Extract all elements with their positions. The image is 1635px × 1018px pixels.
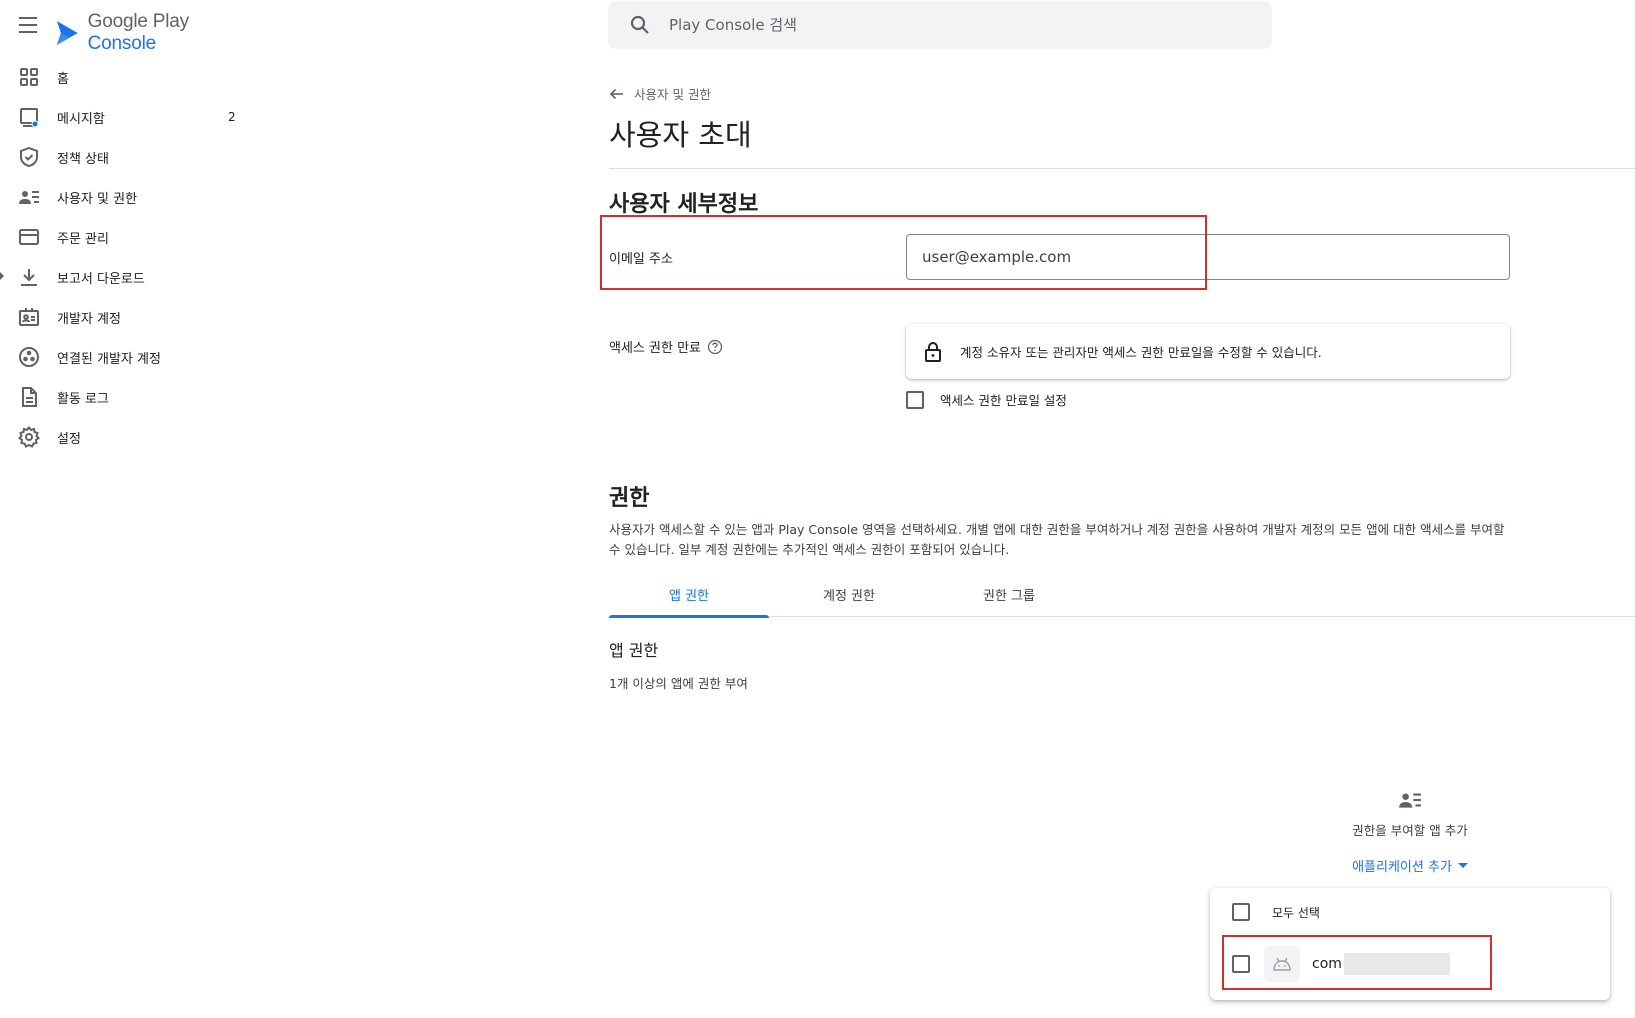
select-all-label: 모두 선택 xyxy=(1272,905,1320,920)
android-app-icon xyxy=(1264,946,1300,982)
help-icon[interactable] xyxy=(707,339,723,355)
menu-icon-bar xyxy=(19,17,37,19)
sidebar-item-label: 활동 로그 xyxy=(57,391,109,407)
sidebar-item-label: 연결된 개발자 계정 xyxy=(57,351,161,367)
app-permissions-heading: 앱 권한 xyxy=(609,641,659,660)
app-package-name: com xyxy=(1312,956,1342,972)
search-icon xyxy=(630,15,649,34)
sidebar-item-label: 설정 xyxy=(57,431,81,447)
menu-icon-bar xyxy=(19,31,37,33)
sidebar-item-order-management[interactable]: 주문 관리 xyxy=(0,217,260,257)
app-logo[interactable]: Google Play Console xyxy=(55,11,260,55)
dashboard-grid-icon xyxy=(18,66,40,88)
document-icon xyxy=(18,386,40,408)
tab-account-permissions[interactable]: 계정 권한 xyxy=(769,582,929,617)
sidebar-item-activity-log[interactable]: 활동 로그 xyxy=(0,377,260,417)
add-app-prompt: 권한을 부여할 앱 추가 xyxy=(1352,823,1468,838)
app-checkbox[interactable] xyxy=(1232,955,1250,973)
notice-text: 계정 소유자 또는 관리자만 액세스 권한 만료일을 수정할 수 있습니다. xyxy=(960,345,1322,360)
sidebar-item-policy-status[interactable]: 정책 상태 xyxy=(0,137,260,177)
sidebar-item-label: 개발자 계정 xyxy=(57,311,121,327)
tab-app-permissions[interactable]: 앱 권한 xyxy=(609,582,769,618)
sidebar-item-label: 홈 xyxy=(57,71,69,87)
redacted-block xyxy=(1343,953,1450,975)
download-icon xyxy=(18,266,40,288)
arrow-back-icon xyxy=(609,88,623,99)
tab-permission-groups[interactable]: 권한 그룹 xyxy=(929,582,1089,617)
back-link[interactable]: 사용자 및 권한 xyxy=(609,84,711,103)
sidebar-nav: 홈 메시지함 2 정책 상태 사용자 및 권한 주문 관리 보고서 다운로드 개… xyxy=(0,57,260,457)
sidebar-item-label: 메시지함 xyxy=(57,111,105,127)
access-expiry-label-text: 액세스 권한 만료 xyxy=(609,341,701,356)
application-dropdown: 모두 선택 com xyxy=(1210,888,1610,1000)
search-bar[interactable] xyxy=(608,1,1272,49)
access-expiry-notice: 계정 소유자 또는 관리자만 액세스 권한 만료일을 수정할 수 있습니다. xyxy=(906,324,1510,379)
credit-card-icon xyxy=(18,226,40,248)
sidebar-item-download-reports[interactable]: 보고서 다운로드 xyxy=(0,257,260,297)
lock-icon xyxy=(925,341,941,362)
select-all-option[interactable]: 모두 선택 xyxy=(1232,903,1320,921)
dropdown-arrow-icon xyxy=(1457,863,1468,868)
set-expiry-option[interactable]: 액세스 권한 만료일 설정 xyxy=(906,390,1067,409)
menu-button[interactable] xyxy=(16,14,42,36)
add-application-button[interactable]: 애플리케이션 추가 xyxy=(1352,856,1468,875)
badge-icon xyxy=(18,306,40,328)
sidebar: Google Play Console 홈 메시지함 2 정책 상태 사용자 및… xyxy=(0,0,260,1018)
user-list-icon xyxy=(1399,793,1421,808)
access-expiry-label: 액세스 권한 만료 xyxy=(609,337,723,356)
sidebar-item-users-permissions[interactable]: 사용자 및 권한 xyxy=(0,177,260,217)
sidebar-item-label: 정책 상태 xyxy=(57,151,109,167)
permission-tabs: 앱 권한 계정 권한 권한 그룹 xyxy=(609,582,1635,618)
back-link-label: 사용자 및 권한 xyxy=(634,87,711,102)
search-input[interactable] xyxy=(669,16,1229,34)
user-list-icon xyxy=(18,186,40,208)
sidebar-item-linked-developer-accounts[interactable]: 연결된 개발자 계정 xyxy=(0,337,260,377)
app-permissions-subtitle: 1개 이상의 앱에 권한 부여 xyxy=(609,676,748,691)
app-option[interactable]: com xyxy=(1232,946,1450,982)
expand-caret-icon[interactable] xyxy=(0,272,4,280)
inbox-icon xyxy=(18,106,40,128)
menu-icon-bar xyxy=(19,24,37,26)
user-details-heading: 사용자 세부정보 xyxy=(609,192,759,217)
add-app-empty-state: 권한을 부여할 앱 추가 애플리케이션 추가 xyxy=(1300,788,1520,875)
header-divider xyxy=(609,168,1635,169)
permissions-heading: 권한 xyxy=(609,486,650,511)
set-expiry-checkbox[interactable] xyxy=(906,390,924,409)
email-label: 이메일 주소 xyxy=(609,252,673,267)
sidebar-item-home[interactable]: 홈 xyxy=(0,57,260,97)
sidebar-item-developer-account[interactable]: 개발자 계정 xyxy=(0,297,260,337)
sidebar-item-label: 보고서 다운로드 xyxy=(57,271,145,287)
permissions-description: 사용자가 액세스할 수 있는 앱과 Play Console 영역을 선택하세요… xyxy=(609,522,1505,557)
sidebar-item-inbox[interactable]: 메시지함 2 xyxy=(0,97,260,137)
linked-accounts-icon xyxy=(18,346,40,368)
set-expiry-label: 액세스 권한 만료일 설정 xyxy=(940,393,1067,408)
gear-icon xyxy=(18,426,40,448)
sidebar-item-settings[interactable]: 설정 xyxy=(0,417,260,457)
page-title: 사용자 초대 xyxy=(609,118,752,152)
select-all-checkbox[interactable] xyxy=(1232,903,1250,921)
email-field[interactable] xyxy=(906,234,1510,280)
unread-count-badge: 2 xyxy=(228,110,236,124)
sidebar-item-label: 주문 관리 xyxy=(57,231,109,247)
add-application-label: 애플리케이션 추가 xyxy=(1352,860,1452,875)
app-name: Google Play Console xyxy=(87,11,190,54)
sidebar-item-label: 사용자 및 권한 xyxy=(57,191,138,207)
play-console-logo-icon xyxy=(56,21,78,45)
shield-check-icon xyxy=(18,146,40,168)
